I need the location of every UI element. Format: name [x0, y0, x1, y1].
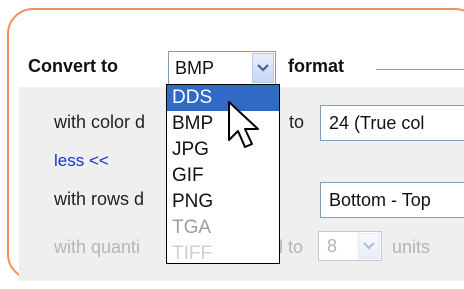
chevron-down-icon — [358, 233, 380, 259]
format-label: format — [288, 56, 345, 76]
color-depth-select[interactable]: 24 (True col — [320, 105, 464, 141]
color-depth-label: with color d — [54, 112, 146, 132]
color-depth-value: 24 (True col — [329, 113, 425, 133]
arrow-cursor-icon — [228, 101, 259, 148]
less-link[interactable]: less << — [54, 151, 109, 171]
quantization-select: 8 — [318, 231, 382, 261]
format-option-gif[interactable]: GIF — [167, 163, 279, 189]
quantization-to-label: l to — [279, 237, 304, 257]
format-option-png[interactable]: PNG — [167, 189, 279, 215]
rows-direction-select[interactable]: Bottom - Top — [320, 182, 464, 218]
rows-direction-label: with rows d — [54, 189, 145, 209]
separator-line — [376, 69, 464, 70]
format-combobox[interactable]: BMP — [168, 51, 276, 85]
convert-to-label: Convert to — [28, 56, 118, 76]
format-option-tiff[interactable]: TIFF — [167, 241, 279, 263]
quantization-label: with quanti — [54, 237, 141, 257]
color-depth-to-label: to — [289, 112, 305, 132]
chevron-down-icon[interactable] — [252, 53, 274, 83]
quantization-value: 8 — [327, 236, 338, 256]
format-combobox-value: BMP — [175, 58, 215, 78]
quantization-units-label: units — [392, 237, 431, 257]
format-option-tga[interactable]: TGA — [167, 215, 279, 241]
rows-direction-value: Bottom - Top — [329, 190, 431, 210]
